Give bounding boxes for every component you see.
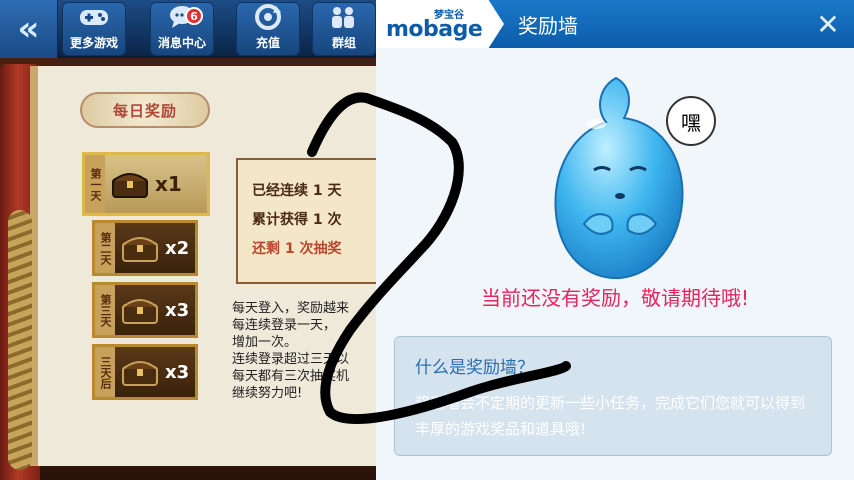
nav-label: 更多游戏 (69, 36, 118, 50)
treasure-chest-icon (112, 173, 148, 198)
reward-count: x2 (165, 237, 190, 259)
day-card-4[interactable]: 三天后 x3 (92, 344, 198, 400)
wall-header: 梦宝谷 mobage 奖励墙 ✕ (376, 0, 854, 48)
close-button[interactable]: ✕ (814, 7, 842, 41)
consecutive-days-text: 已经连续 1 天 (252, 183, 342, 199)
page-title: 奖励墙 (518, 14, 578, 38)
nav-message-center-button[interactable]: 消息中心 6 (150, 2, 214, 56)
unread-badge: 6 (185, 7, 203, 25)
info-card: 什么是奖励墙？ 奖励墙会不定期的更新一些小任务，完成它们您就可以得到丰厚的游戏奖… (394, 336, 832, 456)
panel-title: 每日奖励 (80, 92, 210, 128)
rule-line: 每天都有三次抽奖机 (232, 369, 350, 384)
nav-group-button[interactable]: 群组 (312, 2, 376, 56)
rule-line: 连续登录超过三天以 (232, 352, 350, 367)
day-label: 三天后 (95, 347, 115, 397)
mobage-logo: 梦宝谷 mobage (376, 0, 504, 48)
reward-count: x3 (165, 361, 190, 383)
total-rewards-text: 累计获得 1 次 (252, 212, 342, 228)
day-card-3[interactable]: 第三天 x3 (92, 282, 198, 338)
speech-bubble: 嘿 (666, 96, 716, 146)
rope-decoration (8, 210, 32, 470)
nav-label: 充值 (255, 36, 280, 50)
reward-rules-text: 每天登入，奖励越来 每连续登录一天， 增加一次。 连续登录超过三天以 每天都有三… (232, 300, 376, 402)
nav-more-games-button[interactable]: 更多游戏 (62, 2, 126, 56)
rule-line: 每天登入，奖励越来 (232, 301, 350, 316)
rule-line: 每连续登录一天， (232, 318, 337, 333)
nav-label: 消息中心 (157, 36, 206, 50)
close-icon: ✕ (816, 7, 840, 41)
day-label: 第三天 (95, 285, 115, 335)
reward-count: x1 (155, 172, 182, 196)
logo-wordmark: mobage (386, 17, 483, 42)
treasure-chest-icon (122, 361, 158, 386)
remaining-draws-text: 还剩 1 次抽奖 (252, 241, 342, 257)
day-label: 第二天 (95, 223, 115, 273)
nav-label: 群组 (331, 36, 356, 50)
day-card-1[interactable]: 第一天 x1 (82, 152, 210, 216)
treasure-chest-icon (122, 299, 158, 324)
reward-count: x3 (165, 299, 190, 321)
reward-wall-panel: 梦宝谷 mobage 奖励墙 ✕ 嘿 当前还没有奖励，敬请期待哦! 什么是奖励墙… (376, 0, 854, 480)
info-card-title: 什么是奖励墙？ (415, 358, 534, 378)
nav-recharge-button[interactable]: 充值 (236, 2, 300, 56)
login-status-box: 已经连续 1 天 累计获得 1 次 还剩 1 次抽奖 (236, 158, 376, 284)
rule-line: 增加一次。 (232, 335, 298, 350)
day-card-2[interactable]: 第二天 x2 (92, 220, 198, 276)
back-button[interactable]: « (0, 0, 58, 58)
empty-state-message: 当前还没有奖励，敬请期待哦! (480, 286, 750, 310)
info-card-body: 奖励墙会不定期的更新一些小任务，完成它们您就可以得到丰厚的游戏奖品和道具哦! (415, 394, 806, 438)
day-label: 第一天 (85, 155, 105, 213)
treasure-chest-icon (122, 237, 158, 262)
group-icon (329, 4, 359, 30)
game-top-bar: « 更多游戏 消息中心 6 充值 群组 (0, 0, 376, 58)
game-screen: « 更多游戏 消息中心 6 充值 群组 每日奖励 第一天 x1 第二天 x2 第… (0, 0, 376, 480)
rule-line: 继续努力吧! (232, 386, 303, 401)
double-chevron-left-icon: « (17, 9, 40, 49)
recharge-icon (253, 4, 283, 30)
gamepad-icon (79, 4, 109, 30)
